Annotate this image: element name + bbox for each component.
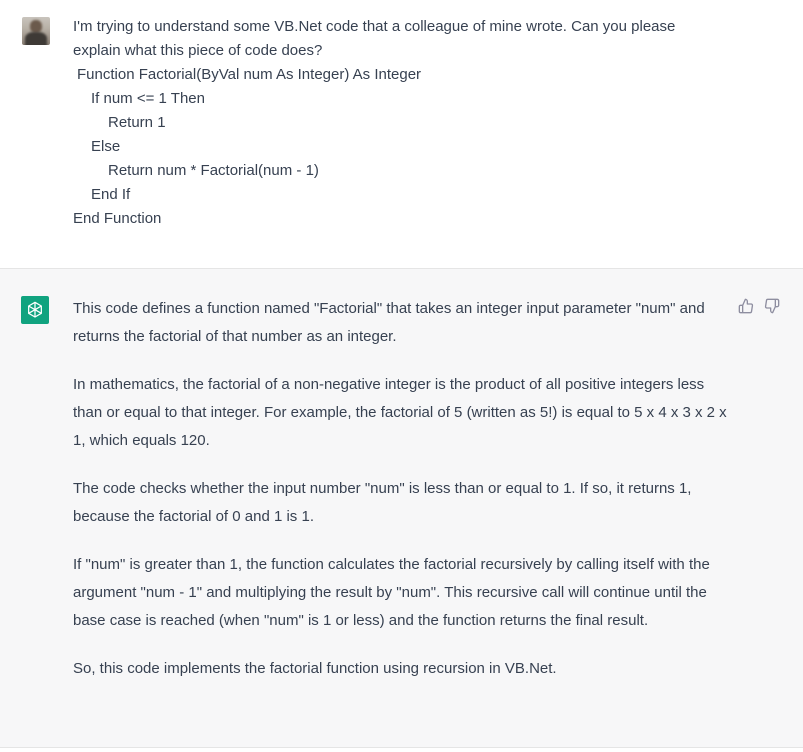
code-line: If num <= 1 Then	[91, 90, 205, 107]
code-line: Return 1	[108, 114, 166, 131]
thumbs-down-button[interactable]	[763, 297, 781, 315]
code-line: End If	[91, 186, 131, 203]
chat-page: I'm trying to understand some VB.Net cod…	[0, 0, 803, 752]
assistant-paragraph: The code checks whether the input number…	[73, 480, 692, 525]
code-line: Function Factorial(ByVal num As Integer)…	[77, 66, 422, 83]
code-line: Return num * Factorial(num - 1)	[108, 162, 319, 179]
user-avatar	[22, 17, 50, 45]
assistant-message-text: This code defines a function named "Fact…	[73, 295, 733, 703]
thumbs-down-icon	[764, 298, 780, 314]
user-intro-line: I'm trying to understand some VB.Net cod…	[73, 18, 676, 35]
thumbs-up-icon	[738, 298, 754, 314]
assistant-paragraph: If "num" is greater than 1, the function…	[73, 556, 710, 629]
feedback-buttons	[737, 297, 781, 315]
user-intro-line: explain what this piece of code does?	[73, 42, 323, 59]
thumbs-up-button[interactable]	[737, 297, 755, 315]
code-line: End Function	[73, 210, 162, 227]
code-line: Else	[91, 138, 121, 155]
assistant-paragraph: This code defines a function named "Fact…	[73, 300, 705, 345]
assistant-paragraph: In mathematics, the factorial of a non-n…	[73, 376, 727, 449]
assistant-message: This code defines a function named "Fact…	[0, 268, 803, 748]
user-message: I'm trying to understand some VB.Net cod…	[0, 0, 803, 268]
openai-logo-icon	[21, 296, 49, 324]
assistant-paragraph: So, this code implements the factorial f…	[73, 660, 557, 677]
user-message-text: I'm trying to understand some VB.Net cod…	[73, 15, 733, 231]
